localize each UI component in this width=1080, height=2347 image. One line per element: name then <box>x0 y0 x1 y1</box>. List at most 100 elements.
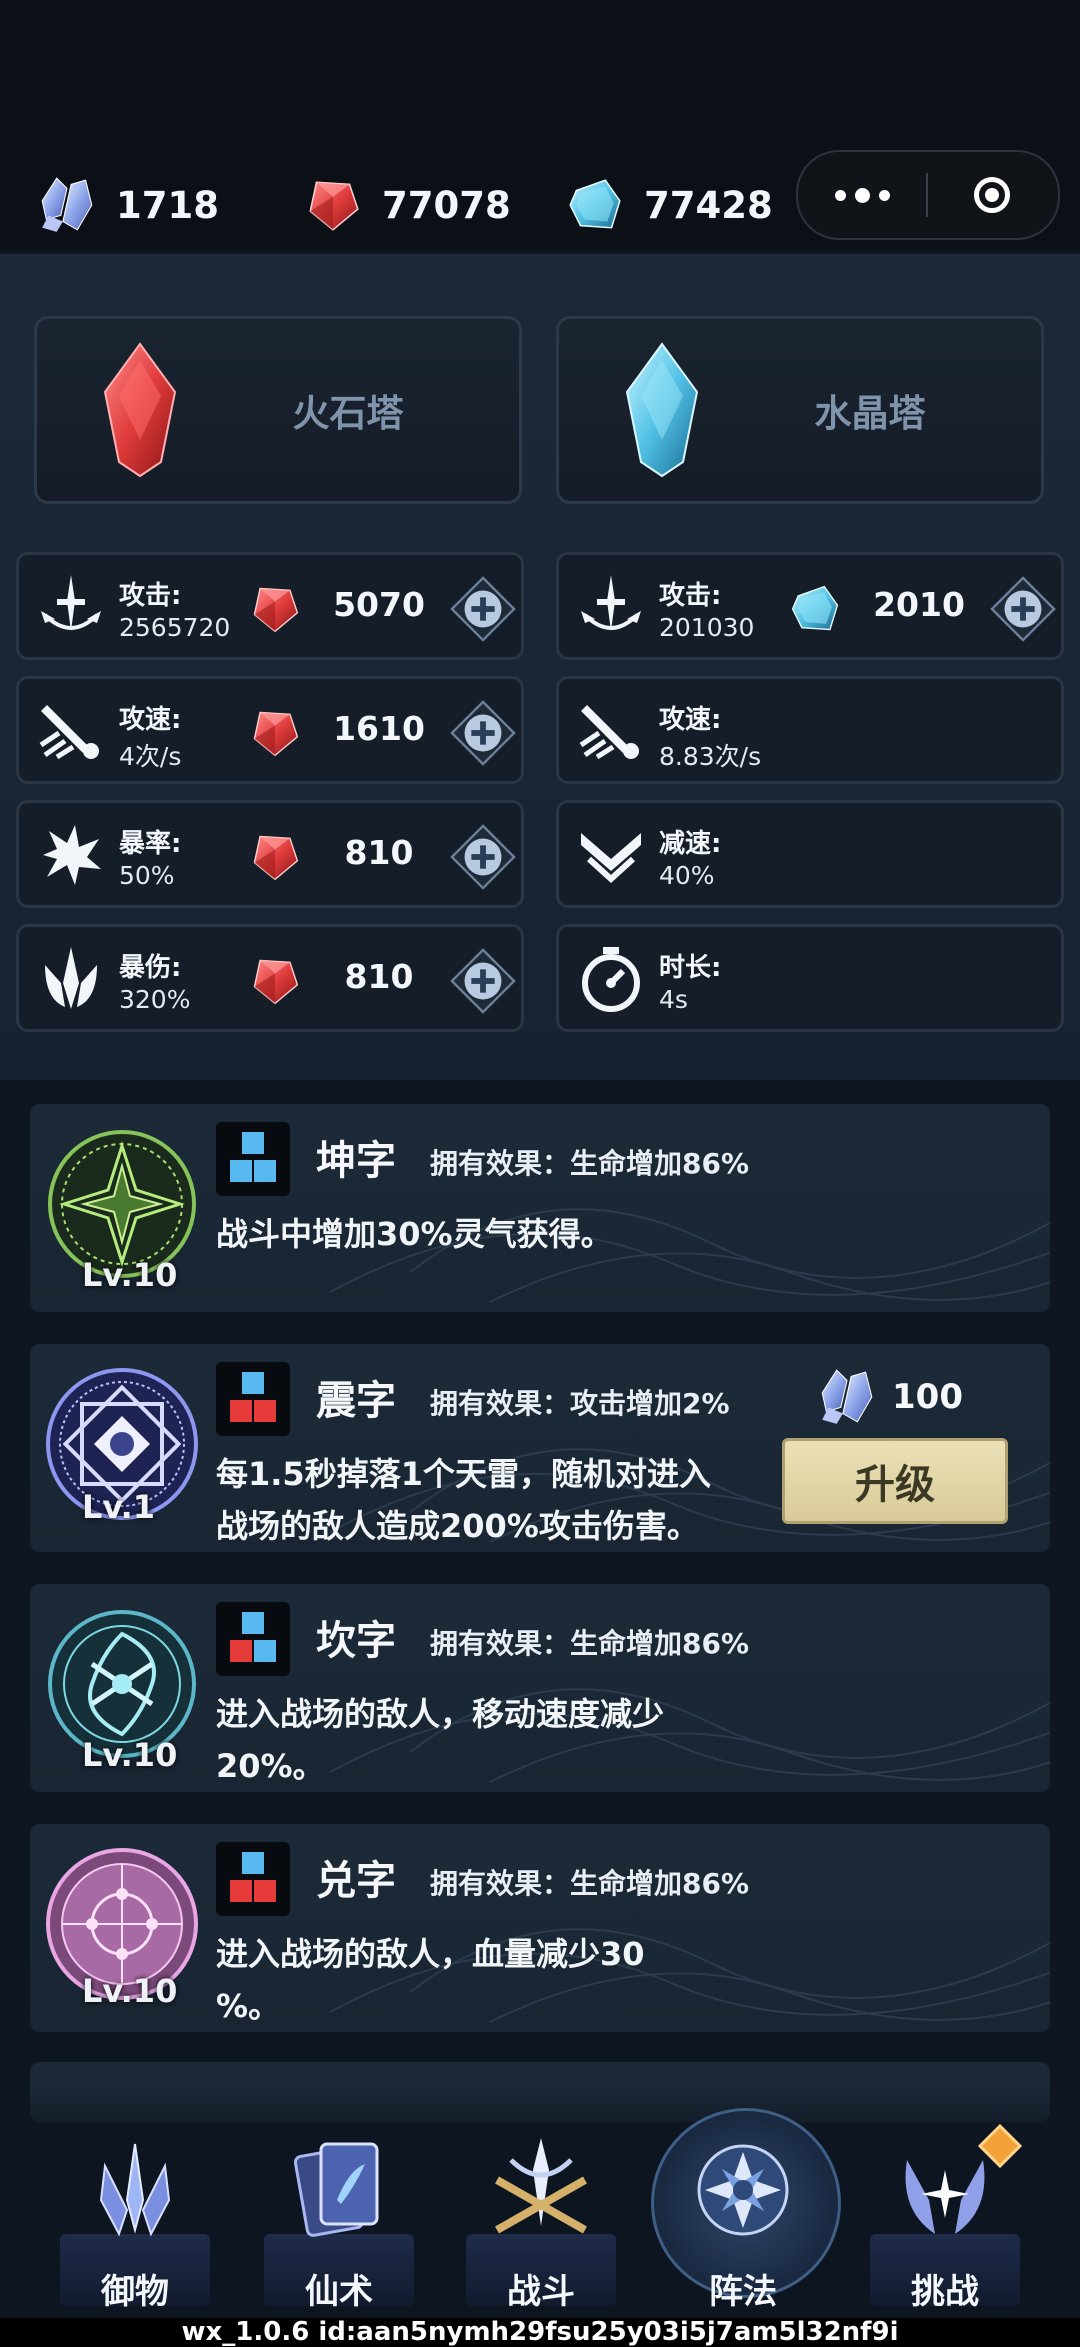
battle-trident-icon <box>495 2138 587 2234</box>
water-stat-attack: 攻击: 201030 2010 <box>556 552 1064 660</box>
spirit-crystal-icon <box>36 174 98 236</box>
nav-label: 阵法 <box>709 2272 777 2312</box>
flying-swords-icon <box>99 2143 171 2237</box>
skill-effect: 拥有效果：生命增加86% <box>430 1867 750 1900</box>
upgrade-plus-button[interactable] <box>449 699 517 767</box>
skill-card-dui[interactable]: Lv.10 兑字 拥有效果：生命增加86% 进入战场的敌人，血量减少30 %。 <box>30 1824 1050 2032</box>
upgrade-cost: 2010 <box>873 585 965 624</box>
more-options-button[interactable] <box>798 187 926 203</box>
tower-tab-water[interactable]: 水晶塔 <box>556 316 1044 504</box>
stat-value: 8.83次/s <box>659 742 762 771</box>
stat-label: 时长: <box>659 953 722 983</box>
stat-label: 暴伤: <box>119 953 182 983</box>
skill-name: 坎字 <box>316 1618 396 1664</box>
nav-label: 仙术 <box>305 2272 373 2312</box>
notification-badge-icon <box>978 2124 1022 2168</box>
trigram-badge <box>216 1602 290 1676</box>
stat-label: 暴率: <box>119 829 182 859</box>
crit-rate-icon <box>35 819 107 891</box>
stat-label: 攻速: <box>659 705 722 735</box>
slow-icon <box>575 819 647 891</box>
skill-description: 进入战场的敌人，血量减少30 %。 <box>216 1928 645 2032</box>
fire-stone-icon <box>247 829 303 885</box>
description-line: 进入战场的敌人，移动速度减少 <box>216 1695 665 1733</box>
upgrade-cost: 810 <box>344 833 414 872</box>
upgrade-cost: 100 <box>892 1377 963 1417</box>
tower-tab-fire[interactable]: 火石塔 <box>34 316 522 504</box>
resource-value: 1718 <box>116 183 219 227</box>
crit-damage-icon <box>35 943 107 1015</box>
attack-speed-icon <box>575 695 647 767</box>
stat-value: 2565720 <box>119 613 231 642</box>
skill-name: 坤字 <box>316 1138 396 1184</box>
upgrade-plus-button[interactable] <box>989 575 1057 643</box>
stat-label: 攻速: <box>119 705 182 735</box>
upgrade-plus-button[interactable] <box>449 823 517 891</box>
water-stat-slow: 减速: 40% <box>556 800 1064 908</box>
skill-level: Lv.10 <box>82 1972 178 2010</box>
fire-stone-icon <box>247 705 303 761</box>
stat-label: 攻击: <box>659 581 722 611</box>
nav-item-yuwu[interactable]: 御物 <box>60 2130 210 2330</box>
fire-stat-crit-rate: 暴率: 50% 810 <box>16 800 524 908</box>
skill-card-zhen[interactable]: Lv.1 震字 拥有效果：攻击增加2% 每1.5秒掉落1个天雷，随机对进入 战场… <box>30 1344 1050 1552</box>
fire-stone-icon <box>247 953 303 1009</box>
skill-description: 战斗中增加30%灵气获得。 <box>216 1208 613 1260</box>
nav-label: 挑战 <box>911 2272 979 2312</box>
description-line: %。 <box>216 1987 281 2025</box>
close-mini-program-button[interactable] <box>928 177 1056 213</box>
resource-fire-stone: 77078 <box>302 170 511 240</box>
skill-effect: 拥有效果：攻击增加2% <box>430 1387 730 1420</box>
skill-name: 兑字 <box>316 1858 396 1904</box>
fire-stone-icon <box>247 581 303 637</box>
resource-water-crystal: 77428 <box>564 170 773 240</box>
fire-stat-crit-damage: 暴伤: 320% 810 <box>16 924 524 1032</box>
nav-label: 御物 <box>101 2272 169 2312</box>
skill-card-kan[interactable]: Lv.10 坎字 拥有效果：生命增加86% 进入战场的敌人，移动速度减少 20%… <box>30 1584 1050 1792</box>
skill-description: 进入战场的敌人，移动速度减少 20%。 <box>216 1688 664 1792</box>
description-line: 每1.5秒掉落1个天雷，随机对进入 <box>216 1455 711 1493</box>
description-line: 20%。 <box>216 1747 325 1785</box>
target-icon <box>974 177 1010 213</box>
stat-value: 4次/s <box>119 742 182 771</box>
description-line: 战场的敌人造成200%攻击伤害。 <box>216 1507 699 1545</box>
water-stat-duration: 时长: 4s <box>556 924 1064 1032</box>
description-line: 进入战场的敌人，血量减少30 <box>216 1935 645 1973</box>
nav-item-xianshu[interactable]: 仙术 <box>264 2130 414 2330</box>
fire-stat-attack: 攻击: 2565720 5070 <box>16 552 524 660</box>
trigram-badge <box>216 1122 290 1196</box>
stat-value: 4s <box>659 985 688 1014</box>
description-line: 战斗中增加30%灵气获得。 <box>216 1215 613 1253</box>
version-footer: wx_1.0.6 id:aan5nymh29fsu25y03i5j7am5l32… <box>0 2318 1080 2347</box>
trigram-badge <box>216 1842 290 1916</box>
skill-effect: 拥有效果：生命增加86% <box>430 1627 750 1660</box>
sword-icon <box>35 571 107 643</box>
fire-stat-attack-speed: 攻速: 4次/s 1610 <box>16 676 524 784</box>
nav-item-formation[interactable]: 阵法 <box>668 2130 818 2330</box>
skill-card-kun[interactable]: Lv.10 坤字 拥有效果：生命增加86% 战斗中增加30%灵气获得。 <box>30 1104 1050 1312</box>
skill-level: Lv.1 <box>82 1488 156 1526</box>
skill-description: 每1.5秒掉落1个天雷，随机对进入 战场的敌人造成200%攻击伤害。 <box>216 1448 711 1552</box>
trigram-badge <box>216 1362 290 1436</box>
tower-name: 火石塔 <box>292 392 404 435</box>
water-crystal-icon <box>564 174 626 236</box>
sword-icon <box>575 571 647 643</box>
upgrade-cost: 5070 <box>333 585 425 624</box>
stat-label: 减速: <box>659 829 722 859</box>
stat-value: 320% <box>119 985 191 1014</box>
nav-item-battle[interactable]: 战斗 <box>466 2130 616 2330</box>
upgrade-button[interactable]: 升级 <box>782 1438 1008 1524</box>
upgrade-plus-button[interactable] <box>449 947 517 1015</box>
stat-value: 201030 <box>659 613 755 642</box>
attack-speed-icon <box>35 695 107 767</box>
formation-icon <box>697 2144 789 2236</box>
tower-name: 水晶塔 <box>814 392 926 435</box>
spirit-crystal-icon <box>816 1366 878 1428</box>
nav-item-challenge[interactable]: 挑战 <box>870 2124 1022 2330</box>
stat-label: 攻击: <box>119 581 182 611</box>
mini-program-capsule <box>796 150 1060 240</box>
resource-value: 77078 <box>382 183 511 227</box>
upgrade-plus-button[interactable] <box>449 575 517 643</box>
stat-value: 40% <box>659 861 715 890</box>
skill-effect: 拥有效果：生命增加86% <box>430 1147 750 1180</box>
